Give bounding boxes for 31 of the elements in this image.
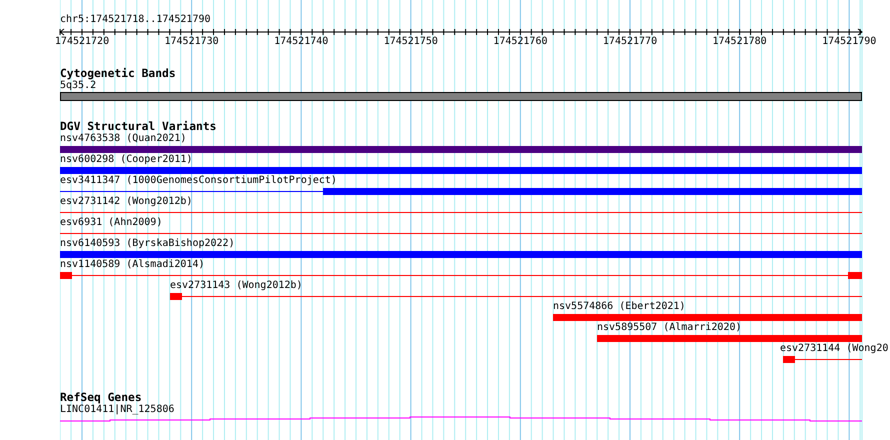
gene-line[interactable] <box>60 416 862 422</box>
ruler-label: 174521770 <box>602 36 658 48</box>
variant-label: esv2731142 (Wong2012b) <box>60 196 192 208</box>
track-title: DGV Structural Variants <box>60 121 216 133</box>
variant-label: nsv4763538 (Quan2021) <box>60 133 186 145</box>
variant-bar[interactable] <box>60 272 862 279</box>
ruler-label: 174521750 <box>384 36 438 48</box>
ruler-label: 174521780 <box>712 36 767 48</box>
variant-label: nsv6140593 (ByrskaBishop2022) <box>60 238 235 250</box>
cytoband-bar[interactable] <box>60 92 862 101</box>
variant-label: esv2731144 (Wong20 <box>780 343 888 355</box>
variant-label: esv2731143 (Wong2012b) <box>170 280 302 292</box>
ruler-label: 174521740 <box>274 36 328 48</box>
region-label: chr5:174521718..174521790 <box>60 14 211 26</box>
variant-bar[interactable] <box>60 188 862 195</box>
variant-bar[interactable] <box>783 356 862 363</box>
track-title: Cytogenetic Bands <box>60 68 176 80</box>
variant-label: nsv5895507 (Almarri2020) <box>597 322 742 334</box>
variant-label: esv6931 (Ahn2009) <box>60 217 162 229</box>
track-title: RefSeq Genes <box>60 392 142 404</box>
ruler-label: 174521720 <box>54 36 110 48</box>
ruler-label: 174521790 <box>822 36 876 48</box>
variant-bar[interactable] <box>170 293 862 300</box>
variant-label: esv3411347 (1000GenomesConsortiumPilotProject) <box>60 175 337 187</box>
variant-label: nsv600298 (Cooper2011) <box>60 154 192 166</box>
variant-label: nsv1140589 (Alsmadi2014) <box>60 259 204 271</box>
gene-label: LINC01411|NR_125806 <box>60 404 174 416</box>
ruler-label: 174521730 <box>164 36 219 48</box>
variant-label: nsv5574866 (Ebert2021) <box>553 301 686 313</box>
cytoband-label: 5q35.2 <box>60 80 96 92</box>
ruler-label: 174521760 <box>493 36 548 48</box>
